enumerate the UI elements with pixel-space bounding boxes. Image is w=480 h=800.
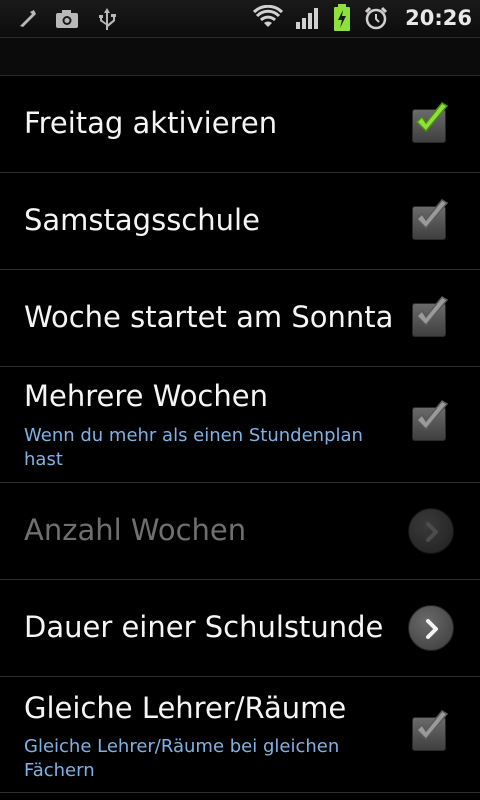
signal-icon bbox=[296, 8, 319, 29]
chevron-right-icon bbox=[426, 619, 438, 639]
setting-title: Freitag aktivieren bbox=[24, 106, 278, 140]
check-active-icon bbox=[415, 102, 449, 133]
chevron-button bbox=[408, 508, 454, 554]
check-inactive-icon bbox=[415, 199, 449, 230]
setting-subtitle: Wenn du mehr als einen Stundenplan hast bbox=[24, 425, 363, 470]
setting-mehrere-wochen[interactable]: Mehrere Wochen Wenn du mehr als einen St… bbox=[0, 367, 480, 483]
alarm-icon bbox=[365, 6, 388, 30]
title-bar bbox=[0, 38, 480, 76]
settings-list: Freitag aktivieren Samstagsschule Woche … bbox=[0, 76, 480, 793]
setting-samstagsschule[interactable]: Samstagsschule bbox=[0, 173, 480, 270]
status-clock: 20:26 bbox=[405, 6, 472, 30]
battery-charging-icon bbox=[334, 4, 351, 31]
checkbox[interactable] bbox=[412, 199, 449, 240]
wifi-icon bbox=[253, 5, 284, 27]
setting-woche-startet[interactable]: Woche startet am Sonnta bbox=[0, 270, 480, 367]
setting-title: Samstagsschule bbox=[24, 203, 260, 237]
setting-freitag-aktivieren[interactable]: Freitag aktivieren bbox=[0, 76, 480, 173]
check-inactive-icon bbox=[415, 296, 449, 327]
check-inactive-icon bbox=[415, 710, 449, 741]
setting-gleiche-lehrer[interactable]: Gleiche Lehrer/Räume Gleiche Lehrer/Räum… bbox=[0, 677, 480, 793]
usb-icon bbox=[99, 8, 116, 30]
status-bar: 20:26 bbox=[0, 0, 480, 38]
usb-debug-icon bbox=[20, 10, 36, 27]
checkbox[interactable] bbox=[412, 102, 449, 143]
setting-anzahl-wochen: Anzahl Wochen bbox=[0, 483, 480, 580]
setting-dauer-schulstunde[interactable]: Dauer einer Schulstunde bbox=[0, 580, 480, 677]
checkbox[interactable] bbox=[412, 296, 449, 337]
checkbox[interactable] bbox=[412, 710, 449, 751]
chevron-right-icon bbox=[426, 522, 438, 542]
check-inactive-icon bbox=[415, 400, 449, 431]
camera-icon bbox=[56, 10, 78, 28]
checkbox[interactable] bbox=[412, 400, 449, 441]
setting-title: Anzahl Wochen bbox=[24, 513, 247, 547]
setting-title: Mehrere Wochen bbox=[24, 379, 268, 413]
setting-title: Gleiche Lehrer/Räume bbox=[24, 691, 347, 725]
chevron-button[interactable] bbox=[408, 605, 454, 651]
setting-title: Woche startet am Sonnta bbox=[24, 300, 392, 334]
setting-title: Dauer einer Schulstunde bbox=[24, 610, 384, 644]
setting-subtitle: Gleiche Lehrer/Räume bei gleichen Fächer… bbox=[24, 736, 340, 781]
